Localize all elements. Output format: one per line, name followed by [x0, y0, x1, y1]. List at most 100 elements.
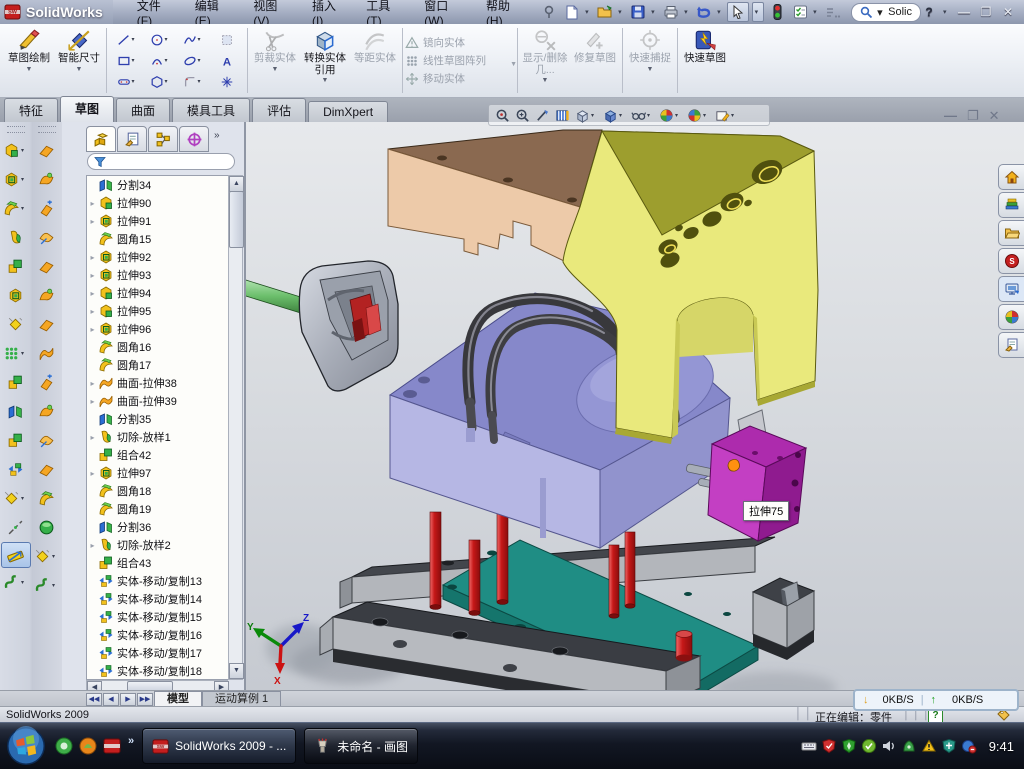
ribbon-修复草图-button[interactable]: 修复草图	[570, 24, 620, 97]
taskpane-appearances-scenes-tab[interactable]	[998, 304, 1024, 330]
ribbon-快速捕捉-button[interactable]: 快速捕捉▼	[625, 24, 675, 97]
ribbon-等距实体-button[interactable]: 等距实体	[350, 24, 400, 97]
features-measure-button[interactable]	[1, 542, 31, 568]
keyboard-tray-icon[interactable]	[801, 738, 817, 754]
dropdown-arrow[interactable]: ▼	[322, 77, 329, 84]
pin-icon[interactable]	[539, 3, 559, 21]
help-dropdown[interactable]: ▾	[943, 8, 950, 16]
polygon-icon[interactable]: ▾	[144, 71, 177, 92]
expand-arrow[interactable]: ▸	[87, 379, 98, 388]
tree-item-实体-移动/复制15[interactable]: 实体-移动/复制15	[87, 608, 229, 626]
tab-nav-prev[interactable]: ◀	[103, 693, 119, 706]
expand-arrow[interactable]: ▸	[87, 397, 98, 406]
tab-dimxpert-manager[interactable]	[179, 126, 209, 152]
arc-icon[interactable]: ▾	[144, 50, 177, 71]
tree-item-分割35[interactable]: 分割35	[87, 410, 229, 428]
tree-item-组合42[interactable]: 组合42	[87, 446, 229, 464]
expand-arrow[interactable]: ▸	[87, 307, 98, 316]
surfaces-lofted-surface-button[interactable]	[32, 223, 62, 252]
scroll-up-button[interactable]: ▲	[229, 176, 244, 192]
hide-show-items-icon[interactable]: ▾	[631, 108, 654, 123]
tree-item-圆角16[interactable]: 圆角16	[87, 338, 229, 356]
tree-item-圆角18[interactable]: 圆角18	[87, 482, 229, 500]
help-icon[interactable]: ?	[921, 5, 937, 19]
section-view-icon[interactable]	[555, 108, 570, 123]
dropdown-arrow[interactable]: ▼	[26, 66, 33, 73]
ellipse-icon[interactable]: ▾	[177, 50, 210, 71]
expand-arrow[interactable]: ▸	[87, 253, 98, 262]
print-dropdown[interactable]: ▾	[684, 8, 691, 16]
tree-item-拉伸94[interactable]: ▸拉伸94	[87, 284, 229, 302]
undo-dropdown[interactable]: ▾	[717, 8, 724, 16]
expand-arrow[interactable]: ▸	[87, 325, 98, 334]
new-document-icon[interactable]	[562, 3, 582, 21]
taskpane-toolbox-tab[interactable]	[998, 276, 1024, 302]
tab-motion-study[interactable]: 运动算例 1	[202, 691, 281, 707]
ribbon-线性草图阵列-button[interactable]: 线性草图阵列	[405, 53, 515, 68]
panel-tabs-overflow[interactable]: »	[214, 130, 220, 141]
volume-tray-icon[interactable]	[881, 738, 897, 754]
command-tab-模具工具[interactable]: 模具工具	[172, 98, 250, 122]
dropdown-arrow[interactable]: ▼	[76, 66, 83, 73]
tab-nav-first[interactable]: ◀◀	[86, 693, 102, 706]
features-lofted-boss-button[interactable]	[1, 223, 31, 252]
ribbon-快速草图-button[interactable]: 快速草图	[680, 24, 730, 97]
save-dropdown[interactable]: ▾	[651, 8, 658, 16]
print-icon[interactable]	[661, 3, 681, 21]
edit-appearance-icon[interactable]: ▾	[659, 108, 682, 123]
command-tab-评估[interactable]: 评估	[252, 98, 306, 122]
taskpane-design-library-tab[interactable]	[998, 192, 1024, 218]
ribbon-镜向实体-button[interactable]: 镜向实体	[405, 35, 515, 50]
line-icon[interactable]: ▾	[111, 29, 144, 50]
tree-item-曲面-拉伸38[interactable]: ▸曲面-拉伸38	[87, 374, 229, 392]
options-dropdown[interactable]: ▾	[813, 8, 820, 16]
surfaces-freeform-surface-button[interactable]	[32, 339, 62, 368]
surfaces-surface-curve-button[interactable]: ▾	[32, 571, 62, 600]
surfaces-boundary-surface-button[interactable]	[32, 252, 62, 281]
base-right-end-block[interactable]	[753, 578, 814, 660]
surfaces-revolved-surface-button[interactable]	[32, 165, 62, 194]
red-locating-cylinder[interactable]	[676, 631, 692, 662]
tree-item-圆角17[interactable]: 圆角17	[87, 356, 229, 374]
command-tab-曲面[interactable]: 曲面	[116, 98, 170, 122]
select-dropdown[interactable]: ▾	[752, 2, 764, 22]
taskbar-task-SolidWorks 2009 - ...[interactable]: SWSolidWorks 2009 - ...	[142, 728, 296, 764]
tab-property-manager[interactable]	[117, 126, 147, 152]
tree-item-拉伸96[interactable]: ▸拉伸96	[87, 320, 229, 338]
addins-icon[interactable]	[823, 3, 843, 21]
features-split-button[interactable]	[1, 397, 31, 426]
surfaces-knit-surface-button[interactable]	[32, 426, 62, 455]
tree-item-拉伸95[interactable]: ▸拉伸95	[87, 302, 229, 320]
taskpane-solidworks-resources-tab[interactable]: S	[998, 248, 1024, 274]
search-scope-dropdown[interactable]: ▾	[877, 6, 884, 19]
surfaces-surface-fillet-button[interactable]	[32, 484, 62, 513]
defender-tray-icon[interactable]	[941, 738, 957, 754]
dropdown-arrow[interactable]: ▼	[647, 66, 654, 73]
slot-icon[interactable]: ▾	[111, 71, 144, 92]
tree-item-切除-放样1[interactable]: ▸切除-放样1	[87, 428, 229, 446]
scroll-thumb[interactable]	[229, 191, 244, 248]
taskbar-task-未命名 - 画图[interactable]: 未命名 - 画图	[304, 728, 418, 764]
tree-item-圆角19[interactable]: 圆角19	[87, 500, 229, 518]
expand-arrow[interactable]: ▸	[87, 199, 98, 208]
restore-button[interactable]: ❐	[978, 5, 994, 19]
tab-nav-next[interactable]: ▶	[120, 693, 136, 706]
features-combine-button[interactable]	[1, 426, 31, 455]
tree-item-实体-移动/复制17[interactable]: 实体-移动/复制17	[87, 644, 229, 662]
tree-item-实体-移动/复制16[interactable]: 实体-移动/复制16	[87, 626, 229, 644]
circle-icon[interactable]: ▾	[144, 29, 177, 50]
quicklaunch-solidworks-icon[interactable]	[103, 737, 121, 755]
expand-arrow[interactable]: ▸	[87, 289, 98, 298]
tree-item-实体-移动/复制13[interactable]: 实体-移动/复制13	[87, 572, 229, 590]
scroll-down-button[interactable]: ▼	[229, 663, 244, 679]
surfaces-extend-surface-button[interactable]	[32, 368, 62, 397]
stack-dropdown-arrow[interactable]: ▼	[510, 61, 517, 68]
antivirus-tray-icon[interactable]	[821, 738, 837, 754]
features-chamfer-button[interactable]	[1, 310, 31, 339]
doc-close-button[interactable]: ✕	[989, 108, 1000, 124]
surfaces-thicken-button[interactable]	[32, 513, 62, 542]
ribbon-剪裁实体-button[interactable]: 剪裁实体▼	[250, 24, 300, 97]
traffic-light-icon[interactable]	[767, 3, 787, 21]
expand-arrow[interactable]: ▸	[87, 433, 98, 442]
view-settings-icon[interactable]: ▾	[715, 108, 738, 123]
